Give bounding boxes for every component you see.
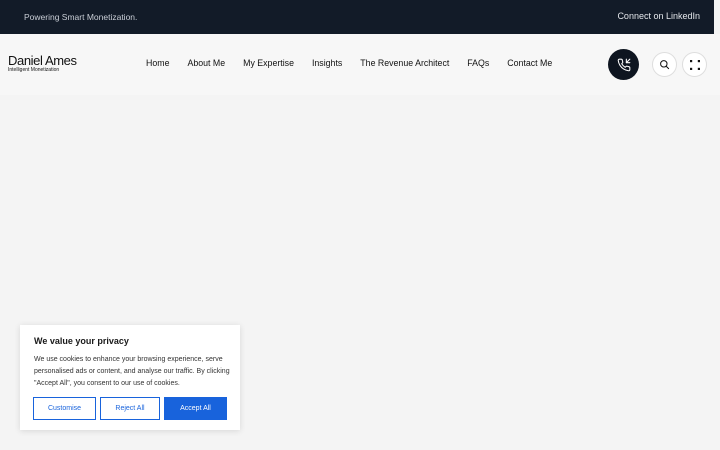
nav-item-about-me[interactable]: About Me [187,58,225,68]
reject-all-button[interactable]: Reject All [100,397,160,420]
cookie-consent-banner: We value your privacy We use cookies to … [20,325,240,430]
tagline: Powering Smart Monetization. [24,12,138,22]
nav-item-insights[interactable]: Insights [312,58,342,68]
nav-item-contact-me[interactable]: Contact Me [507,58,552,68]
nav-item-revenue-architect[interactable]: The Revenue Architect [360,58,449,68]
search-icon [660,60,670,70]
grid-dots-icon [689,59,700,70]
logo-name: Daniel Ames [8,53,77,68]
logo[interactable]: Daniel Ames Intelligent Monetization [8,54,77,73]
cookie-text: We use cookies to enhance your browsing … [34,356,230,387]
menu-button[interactable] [682,52,707,77]
nav-item-my-expertise[interactable]: My Expertise [243,58,294,68]
accept-all-button[interactable]: Accept All [164,397,227,420]
site-header: Daniel Ames Intelligent Monetization Hom… [0,34,720,95]
nav-item-faqs[interactable]: FAQs [467,58,489,68]
cookie-title: We value your privacy [34,336,129,346]
phone-incoming-icon [617,58,630,71]
linkedin-link[interactable]: Connect on LinkedIn [617,11,700,21]
nav-item-home[interactable]: Home [146,58,169,68]
main-nav: Home About Me My Expertise Insights The … [146,58,552,68]
customise-button[interactable]: Customise [33,397,96,420]
search-button[interactable] [652,52,677,77]
top-bar: Powering Smart Monetization. Connect on … [0,0,714,34]
call-button[interactable] [608,49,639,80]
